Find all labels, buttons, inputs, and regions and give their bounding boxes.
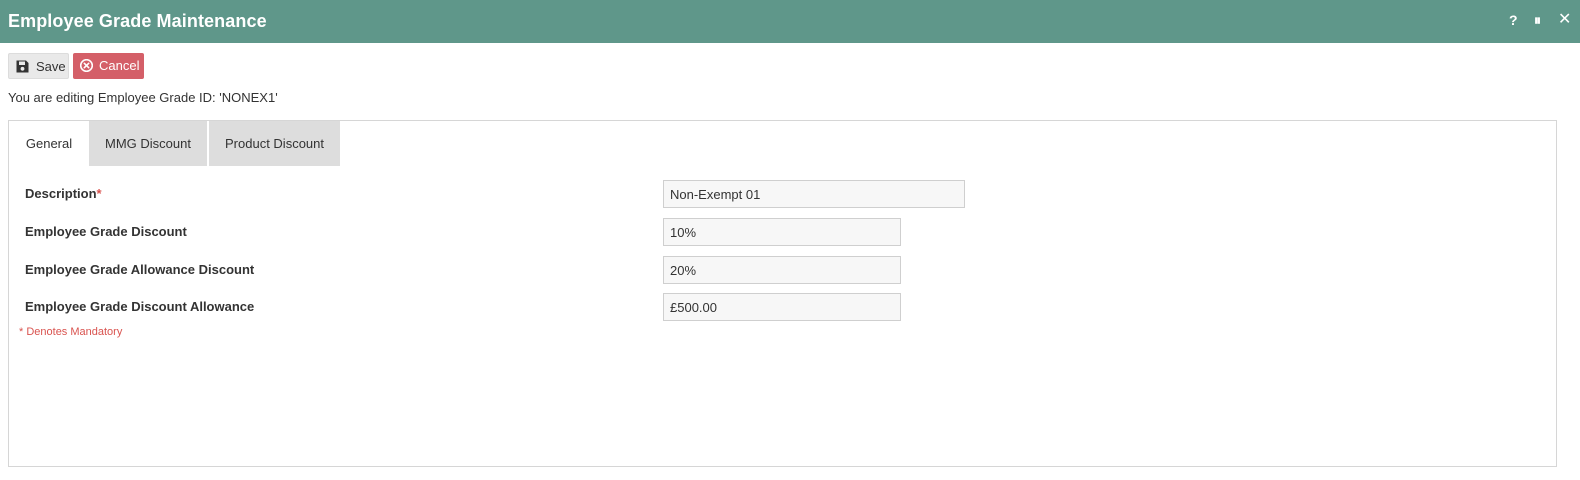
form-panel: General MMG Discount Product Discount De…: [8, 120, 1557, 467]
allowance-discount-label: Employee Grade Allowance Discount: [25, 262, 255, 277]
floppy-disk-icon: [16, 60, 29, 73]
edit-info-text: You are editing Employee Grade ID: 'NONE…: [8, 90, 278, 105]
window-titlebar: Employee Grade Maintenance ? ⏸ ✕: [0, 0, 1580, 43]
window-title: Employee Grade Maintenance: [8, 11, 267, 31]
discount-allowance-label: Employee Grade Discount Allowance: [25, 299, 255, 314]
description-label-text: Description: [25, 186, 97, 201]
help-button[interactable]: ?: [1509, 12, 1518, 28]
save-label: Save: [36, 59, 66, 74]
required-asterisk: *: [96, 186, 102, 201]
pause-button[interactable]: ⏸: [1534, 12, 1541, 28]
tab-product-discount[interactable]: Product Discount: [209, 121, 340, 166]
cancel-label: Cancel: [99, 58, 140, 73]
close-button[interactable]: ✕: [1558, 12, 1571, 28]
x-circle-icon: [80, 59, 93, 72]
description-label: Description*: [25, 186, 102, 201]
mandatory-note: * Denotes Mandatory: [19, 326, 123, 338]
discount-allowance-input[interactable]: [663, 293, 901, 321]
cancel-button[interactable]: Cancel: [73, 53, 144, 79]
grade-discount-input[interactable]: [663, 218, 901, 246]
grade-discount-label: Employee Grade Discount: [25, 224, 187, 239]
tab-general[interactable]: General: [9, 121, 89, 166]
save-button[interactable]: Save: [8, 53, 69, 79]
description-input[interactable]: [663, 180, 965, 208]
tab-mmg-discount[interactable]: MMG Discount: [89, 121, 207, 166]
allowance-discount-input[interactable]: [663, 256, 901, 284]
